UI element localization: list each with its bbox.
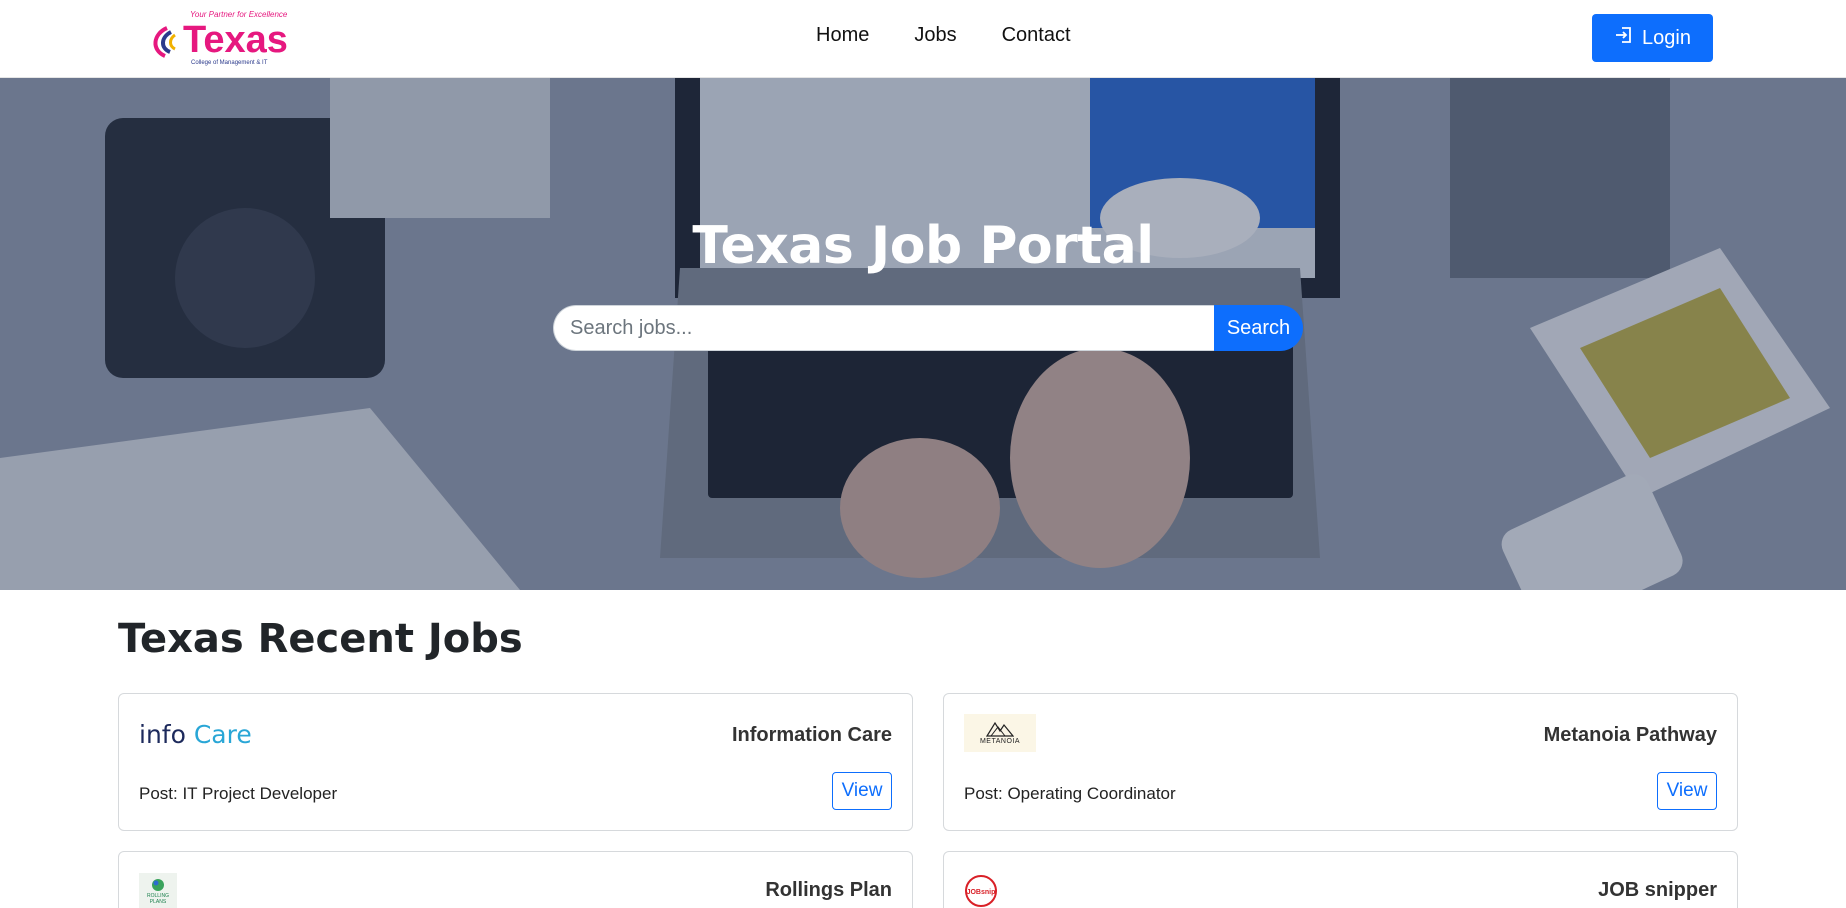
texas-logo[interactable]: Your Partner for Excellence Texas Colleg…: [145, 8, 295, 70]
job-card: METANOIA Metanoia Pathway Post: Operatin…: [943, 693, 1738, 831]
company-name: Metanoia Pathway: [1543, 724, 1717, 746]
login-label: Login: [1642, 26, 1691, 49]
job-card: ROLLING PLANS Rollings Plan: [118, 851, 913, 908]
svg-text:JOBsnip: JOBsnip: [967, 889, 996, 896]
job-card: JOBsnip JOB snipper: [943, 851, 1738, 908]
hero-title: Texas Job Portal: [692, 216, 1154, 276]
svg-text:Texas: Texas: [183, 19, 288, 61]
globe-icon: [152, 879, 164, 891]
company-logo: info Care: [139, 720, 252, 749]
job-card: info Care Information Care Post: IT Proj…: [118, 693, 913, 831]
company-name: JOB snipper: [1598, 879, 1717, 901]
view-button[interactable]: View: [832, 772, 892, 810]
nav-home[interactable]: Home: [816, 24, 869, 47]
company-name: Information Care: [731, 724, 892, 746]
svg-text:College of Management & IT: College of Management & IT: [191, 60, 268, 66]
search-button[interactable]: Search: [1214, 305, 1303, 351]
job-post: Post: Operating Coordinator: [964, 784, 1176, 803]
search-bar: Search: [553, 305, 1303, 351]
navbar: Your Partner for Excellence Texas Colleg…: [0, 0, 1846, 78]
login-button[interactable]: Login: [1592, 14, 1713, 62]
nav-contact[interactable]: Contact: [1002, 24, 1071, 47]
company-logo: ROLLING PLANS: [139, 873, 177, 908]
svg-text:Your Partner for Excellence: Your Partner for Excellence: [190, 10, 288, 19]
view-button[interactable]: View: [1657, 772, 1717, 810]
search-input[interactable]: [553, 305, 1214, 351]
login-icon: [1614, 25, 1634, 51]
recent-jobs-title: Texas Recent Jobs: [118, 616, 523, 662]
job-post: Post: IT Project Developer: [139, 784, 338, 803]
main-nav: Home Jobs Contact: [816, 24, 1071, 47]
nav-jobs[interactable]: Jobs: [914, 24, 956, 47]
mountain-icon: [986, 721, 1014, 737]
hero-banner: Texas Job Portal Search: [0, 78, 1846, 590]
company-logo: JOBsnip: [964, 874, 998, 908]
company-logo: METANOIA: [964, 714, 1036, 752]
company-name: Rollings Plan: [765, 879, 892, 901]
